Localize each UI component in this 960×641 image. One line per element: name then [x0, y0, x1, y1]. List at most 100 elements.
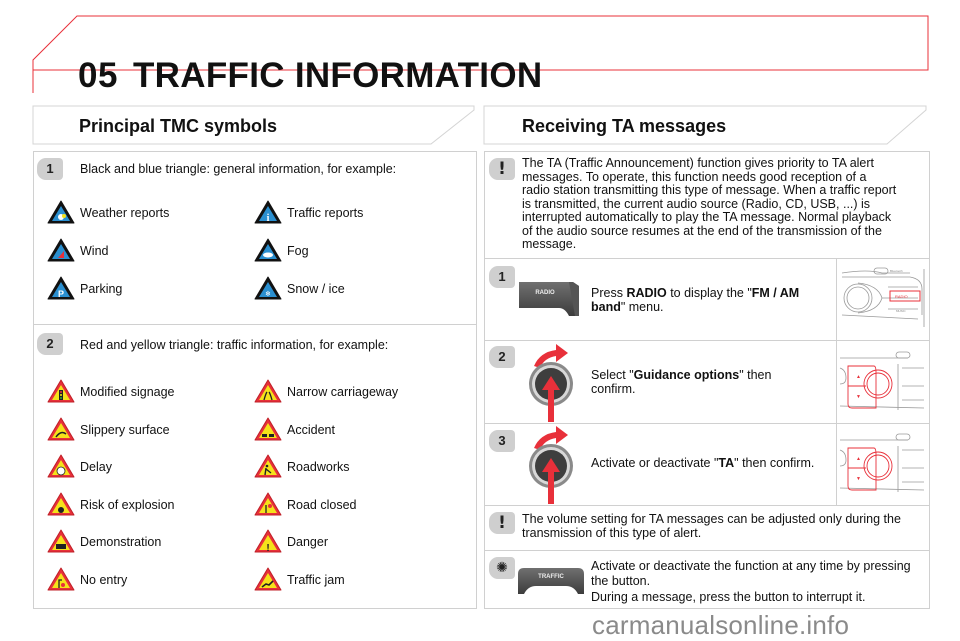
snowflake-icon: ❄ — [254, 276, 282, 300]
tip-badge: ✺ — [489, 557, 515, 579]
radio-panel-illustration: RADIO Bluetooth MUSIC — [841, 267, 925, 327]
symbol-item: Risk of explosion — [47, 492, 247, 518]
step-badge-2: 2 — [489, 346, 515, 368]
symbol-label: Roadworks — [287, 460, 350, 475]
radio-button[interactable]: RADIO — [519, 282, 579, 316]
symbol-item: ❄ Snow / ice — [254, 276, 454, 302]
step-badge-3: 3 — [489, 430, 515, 452]
explosion-icon — [47, 492, 75, 516]
symbol-item: Accident — [254, 417, 454, 443]
rotary-knob-icon[interactable] — [522, 422, 582, 506]
symbol-item: Narrow carriageway — [254, 379, 454, 405]
text: to display the " — [666, 286, 752, 300]
symbol-item: Delay — [47, 454, 247, 480]
symbol-label: Modified signage — [80, 385, 175, 399]
divider — [33, 324, 476, 325]
divider — [836, 258, 837, 505]
road-closed-icon — [254, 492, 282, 516]
left-section-title: Principal TMC symbols — [79, 116, 278, 136]
text: Select " — [591, 368, 634, 382]
symbol-label: Fog — [287, 244, 309, 258]
symbol-label: Wind — [80, 244, 109, 258]
parking-icon: P — [47, 276, 75, 300]
traffic-button-label: TRAFFIC — [538, 574, 564, 580]
knob-panel-illustration: ▲ ▼ — [839, 351, 925, 410]
text-line: message. — [522, 237, 577, 251]
text: confirm. — [591, 381, 636, 396]
traffic-jam-icon — [254, 567, 282, 591]
symbol-label: Delay — [80, 460, 112, 475]
radio-button-shape — [519, 282, 579, 316]
music-label: MUSIC — [896, 309, 907, 313]
symbol-label: Accident — [287, 422, 335, 437]
page-title: TRAFFIC INFORMATION — [133, 56, 543, 95]
text: " menu. — [620, 299, 664, 314]
text-line: is transmitted, the current audio source… — [522, 196, 871, 211]
text-line: radio station transmitting this type of … — [522, 183, 897, 197]
divider — [484, 258, 929, 259]
group2-intro: Red and yellow triangle: traffic informa… — [80, 338, 389, 352]
symbol-label: Risk of explosion — [80, 497, 175, 512]
step-badge-2: 2 — [37, 333, 63, 355]
watermark: carmanualsonline.info — [592, 610, 850, 640]
slippery-icon — [47, 417, 75, 441]
up-arrow-glyph: ▲ — [856, 456, 861, 462]
symbol-label: No entry — [80, 573, 128, 587]
bluetooth-label: Bluetooth — [890, 269, 903, 273]
symbol-item: Fog — [254, 238, 454, 264]
step-badge-1: 1 — [37, 158, 63, 180]
symbol-label: Danger — [287, 535, 328, 550]
text: " then — [739, 368, 772, 382]
text-bold: Guidance options — [633, 368, 740, 382]
traffic-button[interactable]: TRAFFIC — [518, 566, 584, 596]
symbol-label: Traffic reports — [287, 206, 364, 220]
symbol-item: Road closed — [254, 492, 454, 518]
step-badge-1: 1 — [489, 266, 515, 288]
volume-note-text: The volume setting for TA messages can b… — [522, 512, 901, 540]
knob-panel-illustration: ▲ ▼ — [839, 433, 925, 492]
weather-icon — [47, 200, 75, 224]
symbol-label: Slippery surface — [80, 422, 170, 437]
text-bold: TA — [718, 456, 735, 470]
symbol-item: Roadworks — [254, 454, 454, 480]
text-bold: RADIO — [626, 286, 667, 300]
symbol-label: Road closed — [287, 497, 357, 512]
text-line: interrupted automatically to play the TA… — [522, 210, 892, 224]
symbol-label: Narrow carriageway — [287, 385, 399, 399]
divider — [484, 550, 929, 551]
demonstration-icon — [47, 529, 75, 553]
symbol-item: Modified signage — [47, 379, 247, 405]
warning-badge: ! — [489, 512, 515, 534]
rotary-knob-icon[interactable] — [522, 340, 582, 424]
symbol-item: P Parking — [47, 276, 247, 302]
roadworks-icon — [254, 454, 282, 478]
chapter-number: 05 — [78, 56, 118, 95]
symbol-item: ! Danger — [254, 529, 454, 555]
symbol-item: Weather reports — [47, 200, 247, 226]
symbol-label: Weather reports — [80, 206, 170, 220]
right-section-title: Receiving TA messages — [522, 116, 727, 136]
warning-badge: ! — [489, 158, 515, 180]
no-entry-icon — [47, 567, 75, 591]
symbol-item: Traffic jam — [254, 567, 454, 593]
symbol-item: Demonstration — [47, 529, 247, 555]
light-bulb-icon: ✺ — [496, 560, 508, 576]
text-line: of the audio source resumes at the end o… — [522, 223, 882, 238]
wind-icon — [47, 238, 75, 262]
accident-icon — [254, 417, 282, 441]
narrow-road-icon — [254, 379, 282, 403]
step3-text: Activate or deactivate "TA" then confirm… — [591, 456, 814, 471]
symbol-label: Parking — [80, 282, 123, 296]
svg-text:!: ! — [266, 543, 269, 553]
svg-text:P: P — [58, 289, 64, 299]
text-line: The TA (Traffic Announcement) function g… — [522, 156, 875, 170]
text: Activate or deactivate " — [591, 456, 719, 470]
symbol-label: Traffic jam — [287, 573, 345, 587]
symbol-label: Snow / ice — [287, 282, 345, 296]
text-line: transmission of this type of alert. — [522, 525, 702, 540]
step2-text: Select "Guidance options" then confirm. — [591, 368, 772, 396]
traffic-light-icon — [47, 379, 75, 403]
radio-button-label: RADIO — [535, 290, 555, 296]
text-line: During a message, press the button to in… — [591, 590, 866, 604]
traffic-text: Activate or deactivate the function at a… — [591, 559, 911, 605]
